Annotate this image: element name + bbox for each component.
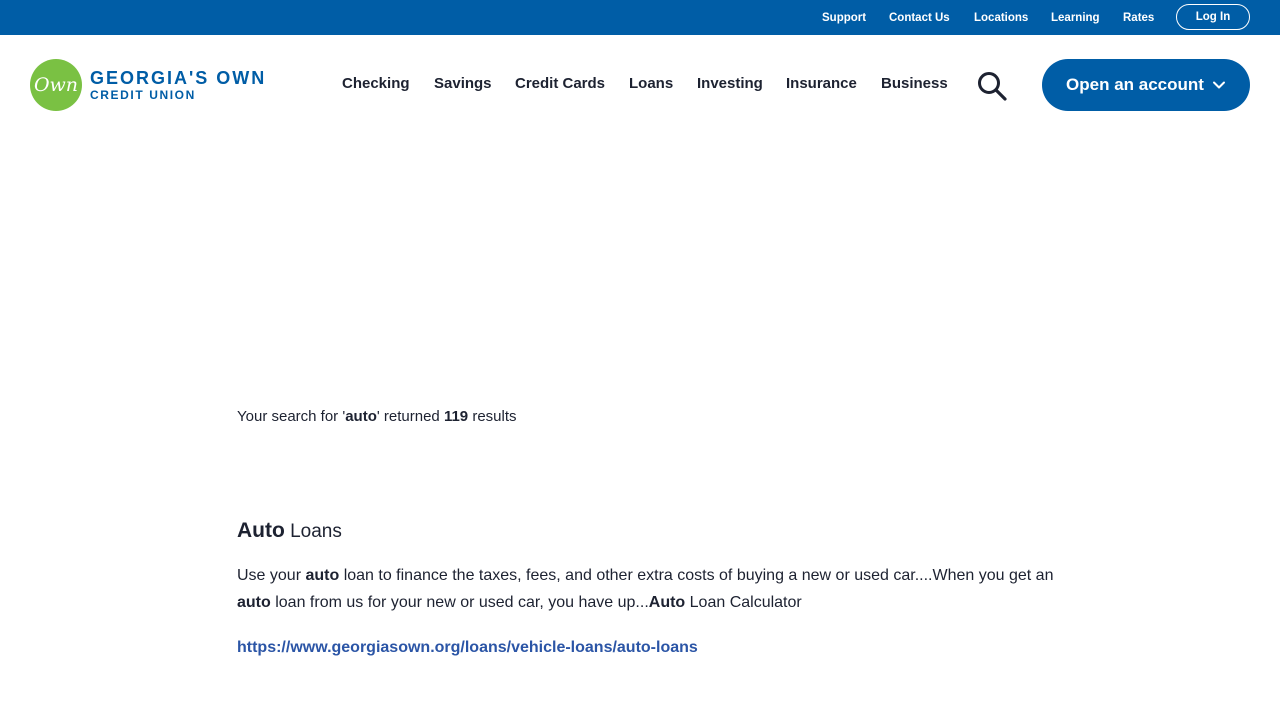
search-summary-suffix: results [468, 408, 517, 425]
nav-savings[interactable]: Savings [434, 75, 492, 92]
utility-link-locations[interactable]: Locations [974, 12, 1028, 24]
nav-insurance[interactable]: Insurance [786, 75, 857, 92]
result-title-rest: Loans [284, 521, 342, 542]
search-button[interactable] [976, 70, 1008, 102]
nav-checking[interactable]: Checking [342, 75, 410, 92]
open-account-label: Open an account [1066, 75, 1204, 94]
logo-name: GEORGIA'S OWN [90, 68, 267, 88]
nav-loans[interactable]: Loans [629, 75, 673, 92]
utility-link-contact-us[interactable]: Contact Us [889, 12, 950, 24]
nav-credit-cards[interactable]: Credit Cards [515, 75, 605, 92]
logo-mark-svg: Own [34, 74, 78, 96]
open-account-button[interactable]: Open an account [1042, 59, 1250, 111]
snippet-part: Use your [237, 567, 306, 584]
result-url-link[interactable]: https://www.georgiasown.org/loans/vehicl… [237, 639, 698, 657]
utility-bar: Support Contact Us Locations Learning Ra… [0, 0, 1280, 35]
logo-subtitle: CREDIT UNION [90, 88, 196, 102]
nav-investing[interactable]: Investing [697, 75, 763, 92]
logo-mark: Own [30, 59, 82, 111]
logo-wordmark: GEORGIA'S OWN CREDIT UNION [90, 68, 266, 102]
search-query: auto [345, 408, 377, 425]
logo[interactable]: Own GEORGIA'S OWN CREDIT UNION [30, 59, 266, 111]
search-summary-prefix: Your search for ' [237, 408, 346, 425]
snippet-part: Loan Calculator [685, 594, 802, 611]
result-snippet: Use your auto loan to finance the taxes,… [237, 562, 1057, 616]
snippet-highlight: auto [305, 567, 340, 584]
login-button[interactable]: Log In [1176, 4, 1250, 30]
utility-link-rates[interactable]: Rates [1123, 12, 1154, 24]
result-count: 119 [443, 408, 469, 425]
search-summary-middle: ' returned [376, 408, 444, 425]
logo-mark-text: Own [34, 74, 78, 96]
search-summary: Your search for 'auto' returned 119 resu… [237, 408, 517, 425]
utility-link-learning[interactable]: Learning [1051, 12, 1100, 24]
utility-link-support[interactable]: Support [822, 12, 866, 24]
nav-business[interactable]: Business [881, 75, 948, 92]
result-title[interactable]: Auto Loans [237, 519, 342, 543]
snippet-part: loan to finance the taxes, fees, and oth… [339, 567, 1054, 584]
snippet-highlight: auto [237, 594, 271, 611]
result-title-highlight: Auto [237, 519, 285, 542]
snippet-highlight: Auto [648, 594, 686, 611]
chevron-down-icon [1212, 81, 1225, 89]
search-icon [978, 72, 1007, 101]
snippet-part: loan from us for your new or used car, y… [270, 594, 649, 611]
